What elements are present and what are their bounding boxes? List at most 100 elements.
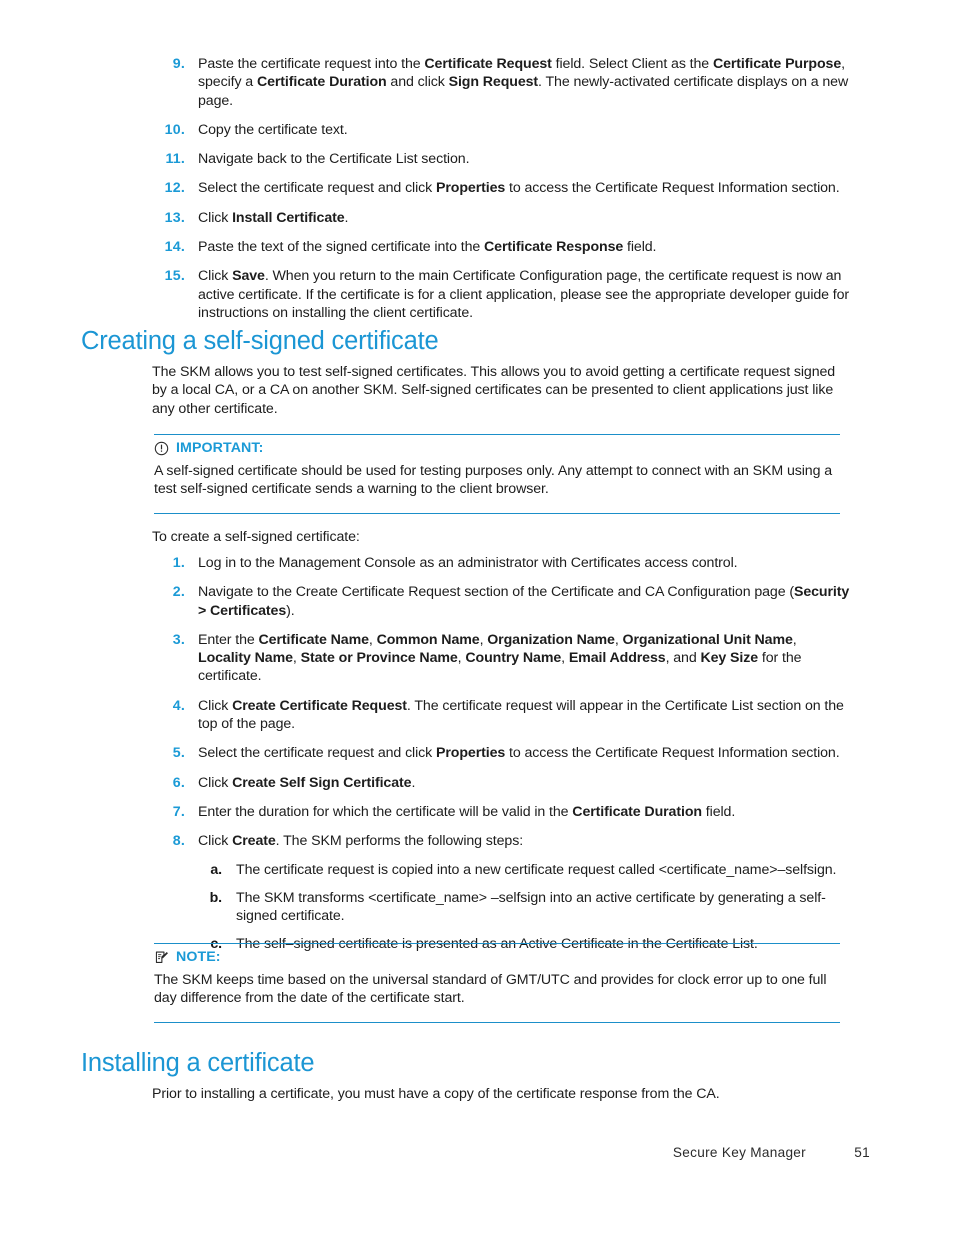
list-item: 14. Paste the text of the signed certific… [151,238,851,256]
exclamation-circle-icon [154,441,169,456]
list-item-marker: 15. [164,268,185,285]
list-item: 13. Click Install Certificate. [151,209,851,227]
emphasis-text: Sign Request [448,74,539,91]
note-admonition: NOTE: The SKM keeps time based on the un… [154,943,840,1023]
plain-text: Select the certificate request and click [198,180,436,197]
plain-text: Paste the certificate request into the [198,56,425,72]
list-item-marker: 4. [172,697,185,714]
note-label: NOTE: [176,949,221,965]
plain-text: to access the Certificate Request Inform… [505,180,840,197]
emphasis-text: Certificate Response [484,239,624,256]
list-item-marker: 12. [164,180,185,197]
plain-text: The SKM transforms <certificate_name> –s… [236,889,826,925]
sub-ordered-list: a. The certificate request is copied into… [198,861,851,954]
plain-text: The certificate request is copied into a… [236,861,837,878]
list-item-text: Click Create Certificate Request. The ce… [198,698,844,732]
list-item-text: Select the certificate request and click… [198,180,840,196]
list-item-text: Paste the certificate request into the C… [198,56,848,109]
plain-text: Enter the duration for which the certifi… [198,803,573,820]
list-item-text: Click Create. The SKM performs the follo… [198,833,523,849]
list-item: 3. Enter the Certificate Name, Common Nam… [151,631,851,686]
important-bottom-rule [154,512,840,514]
ordered-list-continued: 9. Paste the certificate request into the… [151,55,851,322]
note-top-rule [154,943,840,944]
important-top-rule [154,434,840,435]
plain-text: Click [198,268,233,285]
plain-text: . [344,209,349,226]
plain-text: field. [623,239,657,256]
list-item-text: Paste the text of the signed certificate… [198,239,656,255]
emphasis-text: Organizational Unit Name [622,631,793,648]
list-item: 9. Paste the certificate request into the… [151,55,851,110]
list-item: 12. Select the certificate request and cl… [151,179,851,197]
note-bottom-rule [154,1021,840,1023]
list-item: 11. Navigate back to the Certificate List… [151,150,851,168]
lead-in-self-signed: To create a self-signed certificate: [152,529,360,545]
list-item-marker: 9. [172,56,185,72]
plain-text: Paste the text of the signed certificate… [198,239,485,256]
emphasis-text: Properties [436,180,506,197]
plain-text: Navigate back to the Certificate List se… [198,151,470,168]
plain-text: field. Select Client as the [551,56,713,72]
emphasis-text: Certificate Request [424,56,552,72]
intro-paragraph-installing: Prior to installing a certificate, you m… [152,1086,720,1102]
emphasis-text: Certificate Name [258,631,369,648]
list-item-marker: a. [210,861,222,878]
note-pencil-icon [154,950,169,965]
list-item: 10. Copy the certificate text. [151,121,851,139]
list-item-marker: 13. [164,209,185,226]
plain-text: . When you return to the main Certificat… [198,268,850,321]
emphasis-text: Certificate Purpose [712,56,842,72]
plain-text: , and [665,650,701,667]
list-item-marker: b. [209,889,223,906]
list-item: 1. Log in to the Management Console as an… [151,554,851,572]
plain-text: Enter the [198,631,259,648]
emphasis-text: Certificate Duration [572,803,702,820]
plain-text: and click [386,74,449,91]
emphasis-text: Create [232,833,276,850]
plain-text: Select the certificate request and click [198,745,436,762]
list-item-marker: 5. [172,745,185,762]
list-item: 5. Select the certificate request and cli… [151,744,851,762]
plain-text: to access the Certificate Request Inform… [505,745,840,762]
list-item-text: Click Create Self Sign Certificate. [198,775,415,791]
plain-text: , [792,631,797,648]
important-body: A self-signed certificate should be used… [154,463,833,498]
plain-text: Log in to the Management Console as an a… [198,555,738,571]
list-item-text: Navigate to the Create Certificate Reque… [198,584,849,618]
list-item: 7. Enter the duration for which the certi… [151,803,851,821]
emphasis-text: State or Province Name [300,650,458,667]
list-item: 8. Click Create. The SKM performs the fol… [151,832,851,953]
plain-text: field. [701,803,736,820]
list-item-marker: 14. [164,239,185,256]
list-item: 6. Click Create Self Sign Certificate. [151,774,851,792]
emphasis-text: Locality Name [198,650,293,667]
emphasis-text: Properties [436,745,506,762]
list-item-text: The certificate request is copied into a… [236,862,836,878]
emphasis-text: Key Size [700,650,759,667]
list-item-marker: 1. [172,555,185,571]
plain-text: Click [198,209,233,226]
plain-text: Click [198,697,233,714]
page-footer: Secure Key Manager 51 [0,1145,954,1235]
continued-steps-list: 9. Paste the certificate request into the… [151,55,851,322]
emphasis-text: Organization Name [487,631,615,648]
plain-text: , [614,631,623,648]
plain-text: Click [198,833,233,850]
list-item-text: Log in to the Management Console as an a… [198,555,738,571]
plain-text: , [368,631,377,648]
list-item: 15. Click Save. When you return to the ma… [151,267,851,322]
list-item: 4. Click Create Certificate Request. The … [151,697,851,734]
plain-text: , [561,650,569,667]
list-item-text: Click Save. When you return to the main … [198,268,849,321]
important-label: IMPORTANT: [176,440,264,456]
emphasis-text: Email Address [568,650,666,667]
intro-paragraph-self-signed: The SKM allows you to test self-signed c… [152,364,836,417]
plain-text: . The SKM performs the following steps: [275,833,524,850]
list-item: 2. Navigate to the Create Certificate Req… [151,583,851,620]
plain-text: ). [286,602,295,619]
list-item-text: Select the certificate request and click… [198,745,840,761]
list-item-marker: 11. [165,151,185,168]
list-item-text: Navigate back to the Certificate List se… [198,151,470,168]
list-item-text: The SKM transforms <certificate_name> –s… [236,890,826,924]
